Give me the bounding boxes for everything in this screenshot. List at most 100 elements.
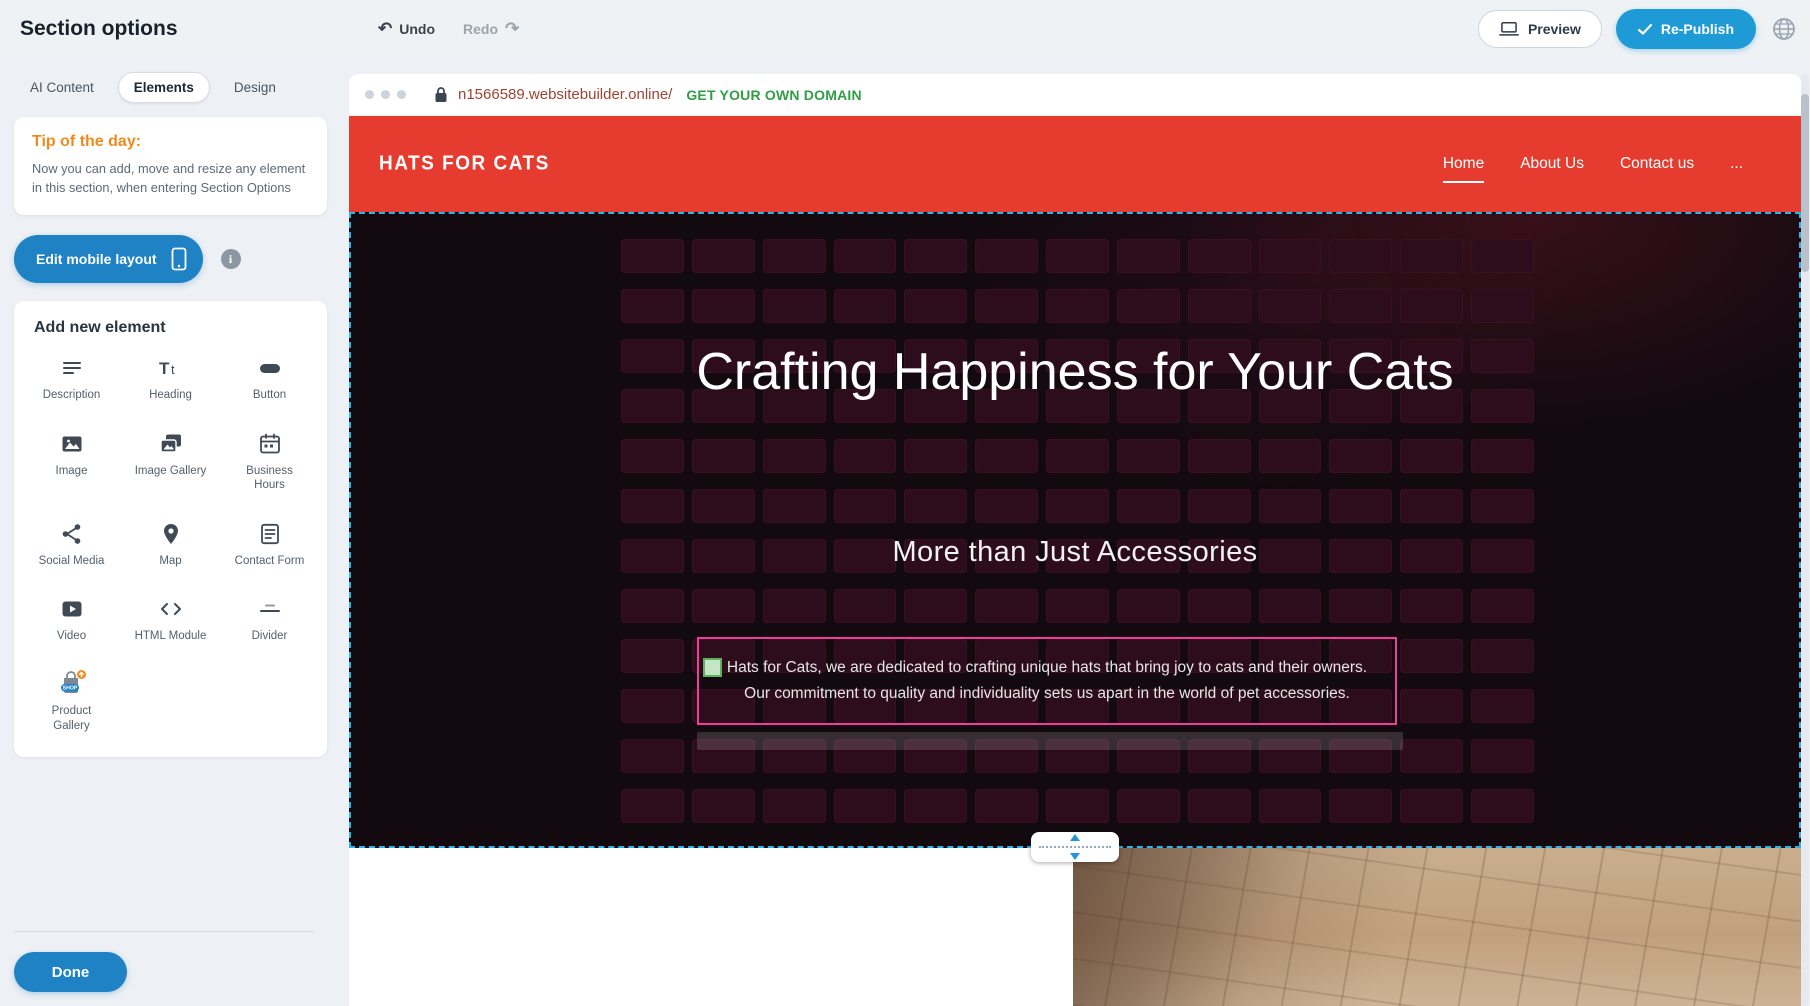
hero-tile (1400, 689, 1463, 723)
hero-tile (1471, 789, 1534, 823)
element-html-module[interactable]: HTML Module (121, 596, 220, 643)
hero-tile (621, 589, 684, 623)
resize-dotted-line (1039, 846, 1111, 848)
edit-mobile-layout-button[interactable]: Edit mobile layout (14, 235, 203, 283)
browser-chrome: n1566589.websitebuilder.online/ GET YOUR… (349, 74, 1801, 116)
hero-tile (904, 439, 967, 473)
hero-tile (834, 589, 897, 623)
get-domain-link[interactable]: GET YOUR OWN DOMAIN (686, 87, 861, 103)
hero-tile (763, 589, 826, 623)
hero-tile (1329, 439, 1392, 473)
undo-redo-group: ↶ Undo Redo ↷ (378, 19, 519, 39)
hero-tile (1188, 789, 1251, 823)
hero-tile (692, 789, 755, 823)
hero-section-selected[interactable]: Crafting Happiness for Your Cats More th… (349, 212, 1801, 848)
hero-tile (1329, 289, 1392, 323)
map-icon (159, 521, 183, 547)
hero-tile (1400, 589, 1463, 623)
element-grid: Description Tt Heading Button Image (22, 355, 319, 733)
browser-window: n1566589.websitebuilder.online/ GET YOUR… (349, 74, 1801, 1006)
topbar-actions: Preview Re-Publish (1478, 9, 1798, 49)
hero-subheading[interactable]: More than Just Accessories (351, 536, 1799, 569)
add-element-title: Add new element (34, 319, 319, 337)
image-gallery-icon (159, 431, 183, 457)
element-placeholder-strip (697, 732, 1403, 750)
phone-icon (171, 247, 187, 271)
check-icon (1638, 24, 1652, 35)
business-hours-icon (258, 431, 282, 457)
preview-button[interactable]: Preview (1478, 10, 1602, 48)
hero-tile (1046, 439, 1109, 473)
hero-tile (1046, 789, 1109, 823)
window-dot (365, 90, 374, 99)
window-dot (397, 90, 406, 99)
hero-tile (1188, 289, 1251, 323)
divider-icon (258, 596, 282, 622)
hero-tile (904, 239, 967, 273)
hero-tile (1117, 789, 1180, 823)
tab-elements[interactable]: Elements (118, 72, 210, 103)
hero-tile (621, 489, 684, 523)
republish-button[interactable]: Re-Publish (1616, 9, 1756, 49)
hero-tile (834, 789, 897, 823)
site-nav: Home About Us Contact us ... (1443, 149, 1743, 179)
hero-tile (1117, 439, 1180, 473)
nav-about-us[interactable]: About Us (1520, 149, 1584, 179)
info-icon[interactable]: i (221, 249, 241, 269)
language-globe-icon[interactable] (1770, 15, 1798, 43)
element-business-hours[interactable]: Business Hours (220, 431, 319, 493)
hero-paragraph[interactable]: Hats for Cats, we are dedicated to craft… (725, 655, 1369, 706)
hero-tile (834, 239, 897, 273)
element-heading[interactable]: Tt Heading (121, 355, 220, 402)
hero-tile (763, 789, 826, 823)
element-image[interactable]: Image (22, 431, 121, 493)
page-title: Section options (20, 17, 178, 41)
undo-button[interactable]: ↶ Undo (378, 19, 435, 39)
hero-tile (904, 489, 967, 523)
hero-tile (1117, 489, 1180, 523)
hero-tile (1259, 289, 1322, 323)
hero-tile (904, 789, 967, 823)
element-button[interactable]: Button (220, 355, 319, 402)
hero-tile (692, 289, 755, 323)
hero-tile (1400, 289, 1463, 323)
product-gallery-icon: SHOP (55, 671, 89, 697)
hero-tile (975, 589, 1038, 623)
section-resize-handle[interactable] (1031, 832, 1119, 862)
nav-contact-us[interactable]: Contact us (1620, 149, 1694, 179)
element-divider[interactable]: Divider (220, 596, 319, 643)
site-logo[interactable]: HATS FOR CATS (379, 152, 550, 176)
element-product-gallery[interactable]: SHOP Product Gallery (22, 671, 121, 733)
done-button[interactable]: Done (14, 952, 127, 992)
element-drag-handle[interactable] (703, 658, 722, 677)
hero-tile (1400, 489, 1463, 523)
selected-text-element[interactable]: Hats for Cats, we are dedicated to craft… (697, 637, 1397, 725)
hero-tile (1329, 589, 1392, 623)
hero-tile (1259, 489, 1322, 523)
element-contact-form[interactable]: Contact Form (220, 521, 319, 568)
tab-design[interactable]: Design (218, 72, 292, 103)
hero-tile (1471, 289, 1534, 323)
tab-ai-content[interactable]: AI Content (14, 72, 110, 103)
hero-tile (1471, 589, 1534, 623)
hero-tile (834, 439, 897, 473)
hero-tile (975, 289, 1038, 323)
hero-tile (763, 289, 826, 323)
video-icon (60, 596, 84, 622)
element-social-media[interactable]: Social Media (22, 521, 121, 568)
nav-home[interactable]: Home (1443, 149, 1484, 179)
pavement-photo (1073, 848, 1801, 1006)
element-description[interactable]: Description (22, 355, 121, 402)
element-image-gallery[interactable]: Image Gallery (121, 431, 220, 493)
redo-button[interactable]: Redo ↷ (463, 19, 519, 39)
element-video[interactable]: Video (22, 596, 121, 643)
hero-tile (1471, 689, 1534, 723)
resize-arrow-down-icon (1070, 853, 1080, 860)
nav-more[interactable]: ... (1730, 149, 1743, 179)
hero-tile (1259, 239, 1322, 273)
hero-heading[interactable]: Crafting Happiness for Your Cats (351, 332, 1799, 413)
scrollbar-thumb[interactable] (1801, 94, 1809, 272)
social-media-icon (60, 521, 84, 547)
element-map[interactable]: Map (121, 521, 220, 568)
hero-tile (1188, 489, 1251, 523)
